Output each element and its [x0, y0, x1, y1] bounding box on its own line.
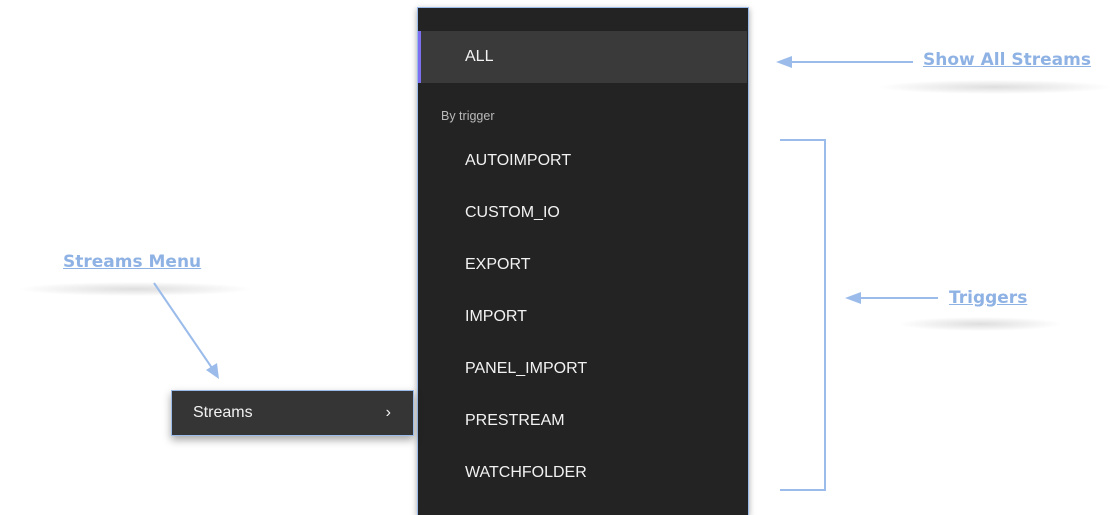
menu-item-trigger[interactable]: WATCHFOLDER [418, 447, 747, 499]
menu-item-trigger-label: CUSTOM_IO [465, 204, 560, 221]
annotation-triggers[interactable]: Triggers [949, 288, 1027, 308]
menu-item-trigger[interactable]: IMPORT [418, 291, 747, 343]
menu-item-trigger-label: PRESTREAM [465, 412, 565, 429]
streams-menu-item-label: Streams [193, 404, 253, 421]
menu-item-trigger-label: WATCHFOLDER [465, 464, 587, 481]
menu-item-trigger-label: PANEL_IMPORT [465, 360, 588, 377]
menu-item-trigger-label: EXPORT [465, 256, 531, 273]
stage: ALL By trigger AUTOIMPORT CUSTOM_IO EXPO… [0, 0, 1120, 515]
annotation-streams-menu[interactable]: Streams Menu [63, 252, 201, 272]
menu-item-trigger-label: IMPORT [465, 308, 527, 325]
show-all-label-shadow [880, 80, 1110, 94]
menu-item-trigger-label: AUTOIMPORT [465, 152, 572, 169]
triggers-label-shadow [900, 317, 1060, 331]
streams-menu-arrow-icon [153, 282, 219, 379]
menu-item-trigger[interactable]: AUTOIMPORT [418, 135, 747, 187]
show-all-arrow-icon [776, 56, 913, 68]
menu-item-all[interactable]: ALL [418, 31, 747, 83]
streams-dropdown-panel: ALL By trigger AUTOIMPORT CUSTOM_IO EXPO… [417, 7, 749, 515]
triggers-bracket-icon [780, 139, 826, 491]
triggers-arrow-icon [845, 292, 938, 304]
menu-item-trigger[interactable]: PANEL_IMPORT [418, 343, 747, 395]
section-header-by-trigger: By trigger [441, 109, 495, 123]
menu-item-trigger[interactable]: EXPORT [418, 239, 747, 291]
chevron-right-icon: › [385, 404, 391, 421]
menu-item-trigger[interactable]: CUSTOM_IO [418, 187, 747, 239]
annotation-show-all-streams[interactable]: Show All Streams [923, 50, 1091, 70]
menu-item-trigger[interactable]: PRESTREAM [418, 395, 747, 447]
menu-item-all-label: ALL [465, 48, 494, 65]
streams-menu-item[interactable]: Streams › [171, 390, 414, 436]
streams-menu-label-shadow [20, 282, 250, 296]
